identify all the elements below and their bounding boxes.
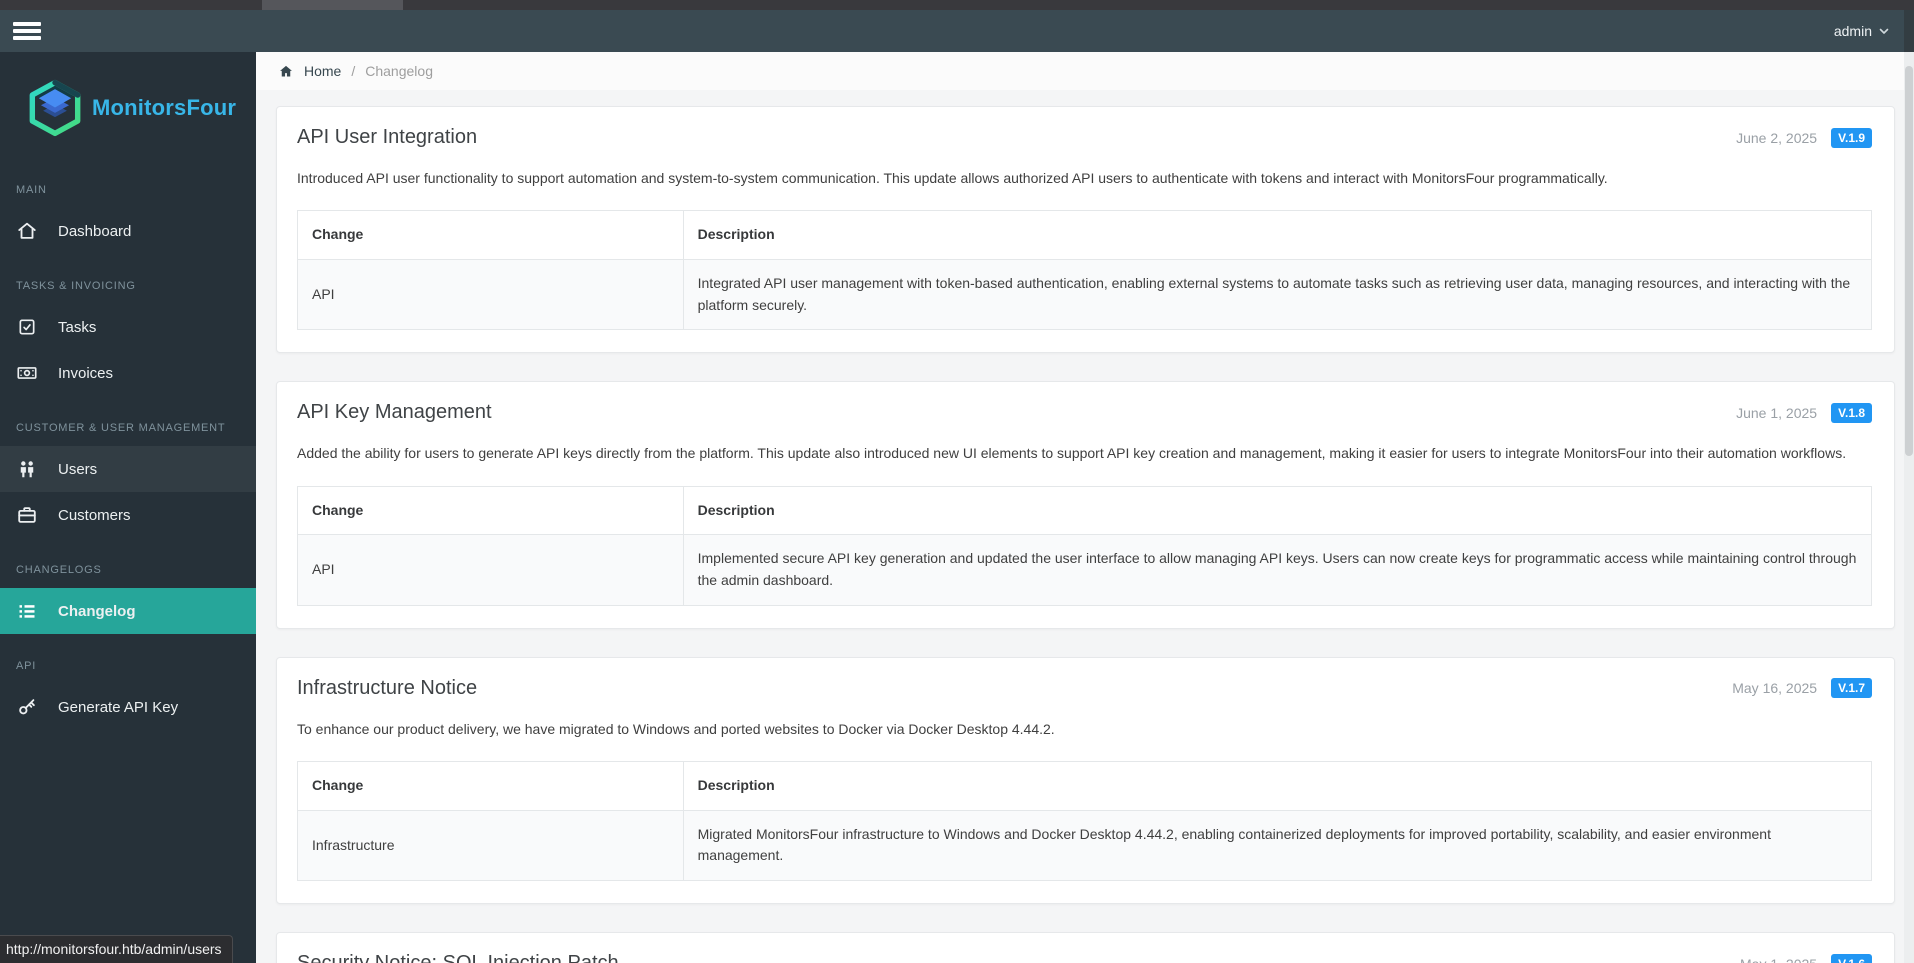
table-row: API Implemented secure API key generatio… [297,534,1873,606]
change-table: Change Description API Integrated API us… [297,210,1873,331]
brand-logo[interactable]: MonitorsFour [0,52,256,158]
sidebar-item-tasks[interactable]: Tasks [0,304,256,350]
home-solid-icon [280,65,292,76]
brand-name: MonitorsFour [92,95,237,120]
home-icon [16,220,38,242]
sidebar-item-label: Users [58,460,98,478]
breadcrumb: Home / Changelog [256,52,1914,90]
change-column-header: Change [297,210,684,260]
key-icon [16,696,38,718]
changelog-summary: Added the ability for users to generate … [297,445,1847,462]
task-check-icon [16,316,38,338]
sidebar-item-label: Changelog [58,602,136,620]
version-badge: V.1.6 [1831,953,1872,963]
sidebar-item-users[interactable]: Users [0,446,256,492]
sidebar-item-changelog[interactable]: Changelog [0,588,256,634]
sidebar-item-customers[interactable]: Customers [0,492,256,538]
changelog-date: June 1, 2025 [1736,404,1818,421]
sidebar-section-changelogs: CHANGELOGS [16,564,102,576]
sidebar-item-label: Generate API Key [58,698,179,716]
sidebar-item-label: Tasks [58,318,97,336]
description-column-header: Description [682,761,1873,811]
sidebar-item-label: Invoices [58,364,114,382]
monitorsfour-logo-icon [29,79,81,137]
changelog-summary: Introduced API user functionality to sup… [297,170,1608,186]
sidebar-item-invoices[interactable]: Invoices [0,350,256,396]
change-cell: Infrastructure [297,809,684,882]
sidebar-item-label: Customers [58,506,131,524]
browser-chrome-strip [0,0,1914,10]
changelog-title: API User Integration [297,126,478,148]
sidebar-item-dashboard[interactable]: Dashboard [0,208,256,254]
change-column-header: Change [297,761,684,811]
change-table: Change Description Infrastructure Migrat… [297,761,1873,882]
user-menu[interactable]: admin [1834,23,1890,39]
table-row: API Integrated API user management with … [297,258,1873,331]
changelog-title: Infrastructure Notice [297,676,478,699]
breadcrumb-separator: / [351,63,356,79]
changelog-date: May 16, 2025 [1732,680,1818,697]
hamburger-menu-icon[interactable] [12,20,42,42]
scrollbar-thumb[interactable] [1905,66,1913,456]
sidebar-section-tasks-invoicing: TASKS & INVOICING [16,280,136,292]
changelog-card: Infrastructure Notice May 16, 2025 V.1.7… [276,656,1895,905]
changelog-card: Security Notice: SQL Injection Patch May… [276,932,1895,963]
list-icon [16,600,38,622]
status-link-preview: http://monitorsfour.htb/admin/users [0,935,233,963]
changelog-title: API Key Management [297,401,492,424]
users-icon [16,458,38,480]
changelog-date: June 2, 2025 [1736,129,1818,146]
page-scrollbar[interactable] [1904,10,1914,963]
breadcrumb-home-label: Home [304,63,342,79]
changelog-list: API User Integration June 2, 2025 V.1.9 … [256,90,1914,963]
sidebar-section-main: MAIN [16,184,47,196]
user-menu-label: admin [1833,23,1872,39]
sidebar-item-label: Dashboard [58,222,132,240]
change-cell: API [297,258,684,331]
description-column-header: Description [682,485,1873,536]
changelog-card: API User Integration June 2, 2025 V.1.9 … [276,106,1895,354]
sidebar-section-api: API [16,660,37,672]
version-badge: V.1.7 [1831,678,1872,699]
description-cell: Integrated API user management with toke… [682,258,1873,331]
browser-tab-remnant [262,0,403,10]
table-row: Infrastructure Migrated MonitorsFour inf… [297,809,1873,882]
change-table: Change Description API Implemented secur… [297,485,1873,606]
change-column-header: Change [297,485,684,536]
cash-icon [16,362,38,384]
breadcrumb-home-link[interactable]: Home [278,63,341,79]
changelog-title: Security Notice: SQL Injection Patch [297,952,619,963]
scrollbar-track-top [1904,10,1914,52]
sidebar-section-customer-user-management: CUSTOMER & USER MANAGEMENT [16,422,226,434]
version-badge: V.1.8 [1831,402,1872,423]
main-content: Home / Changelog API User Integration Ju… [256,52,1914,963]
change-cell: API [297,534,684,606]
description-column-header: Description [682,210,1873,260]
top-navbar: admin [0,10,1914,52]
sidebar: MonitorsFour MAIN Dashboard TASKS & INVO… [0,52,256,963]
chevron-down-icon [1879,28,1889,34]
description-cell: Migrated MonitorsFour infrastructure to … [682,809,1873,882]
description-cell: Implemented secure API key generation an… [682,534,1873,606]
sidebar-item-generate-api-key[interactable]: Generate API Key [0,684,256,730]
breadcrumb-current: Changelog [365,63,433,79]
changelog-date: May 1, 2025 [1740,956,1817,963]
briefcase-icon [16,504,38,526]
changelog-summary: To enhance our product delivery, we have… [297,720,1055,737]
changelog-card: API Key Management June 1, 2025 V.1.8 Ad… [276,381,1895,629]
version-badge: V.1.9 [1831,127,1872,148]
